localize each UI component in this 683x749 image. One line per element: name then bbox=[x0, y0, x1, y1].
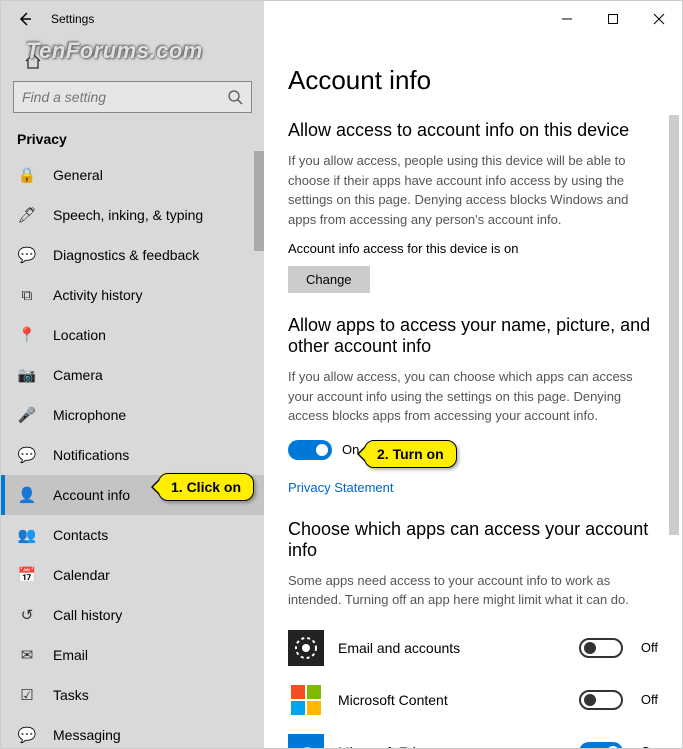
content-pane: Account info Allow access to account inf… bbox=[264, 1, 682, 748]
page-title: Account info bbox=[288, 65, 658, 96]
apps-access-toggle[interactable] bbox=[288, 440, 332, 460]
change-button[interactable]: Change bbox=[288, 266, 370, 293]
feedback-icon: 💬 bbox=[17, 245, 37, 265]
sidebar-item-call-history[interactable]: ↺ Call history bbox=[1, 595, 264, 635]
sidebar-item-label: Speech, inking, & typing bbox=[53, 207, 203, 223]
microsoft-content-app-icon bbox=[288, 682, 324, 718]
location-icon: 📍 bbox=[17, 325, 37, 345]
sidebar-item-calendar[interactable]: 📅 Calendar bbox=[1, 555, 264, 595]
sidebar-item-activity[interactable]: ⧉ Activity history bbox=[1, 275, 264, 315]
microsoft-edge-app-icon bbox=[288, 734, 324, 749]
section2-desc: If you allow access, you can choose whic… bbox=[288, 367, 658, 426]
section3-title: Choose which apps can access your accoun… bbox=[288, 519, 658, 561]
messaging-icon: 💬 bbox=[17, 725, 37, 745]
category-label: Privacy bbox=[1, 123, 264, 155]
device-access-status: Account info access for this device is o… bbox=[288, 241, 658, 256]
sidebar-item-label: Camera bbox=[53, 367, 103, 383]
sidebar-item-label: Call history bbox=[53, 607, 122, 623]
privacy-statement-link[interactable]: Privacy Statement bbox=[288, 480, 394, 495]
app-row-microsoft-edge: Microsoft Edge On bbox=[288, 726, 658, 749]
callout-1: 1. Click on bbox=[158, 473, 254, 501]
tasks-icon: ☑ bbox=[17, 685, 37, 705]
app-toggle-label: Off bbox=[641, 692, 658, 707]
titlebar-right bbox=[264, 1, 682, 37]
app-toggle-label: Off bbox=[641, 640, 658, 655]
app-name: Microsoft Edge bbox=[338, 744, 579, 749]
watermark: TenForums.com bbox=[26, 38, 203, 64]
activity-icon: ⧉ bbox=[17, 285, 37, 305]
camera-icon: 📷 bbox=[17, 365, 37, 385]
sidebar-item-label: Microphone bbox=[53, 407, 126, 423]
sidebar-item-messaging[interactable]: 💬 Messaging bbox=[1, 715, 264, 748]
app-toggle-label: On bbox=[641, 744, 658, 748]
sidebar-item-label: Tasks bbox=[53, 687, 89, 703]
lock-icon: 🔒 bbox=[17, 165, 37, 185]
speech-icon: 🖊 bbox=[17, 205, 37, 225]
section1-title: Allow access to account info on this dev… bbox=[288, 120, 658, 141]
sidebar-item-label: Contacts bbox=[53, 527, 108, 543]
sidebar-item-label: Location bbox=[53, 327, 106, 343]
app-toggle-microsoft-edge[interactable] bbox=[579, 742, 623, 749]
notifications-icon: 💬 bbox=[17, 445, 37, 465]
app-row-email-accounts: Email and accounts Off bbox=[288, 622, 658, 674]
sidebar-item-label: Activity history bbox=[53, 287, 142, 303]
search-icon bbox=[227, 89, 243, 105]
contacts-icon: 👥 bbox=[17, 525, 37, 545]
section2-title: Allow apps to access your name, picture,… bbox=[288, 315, 658, 357]
sidebar-item-label: Calendar bbox=[53, 567, 110, 583]
sidebar-item-notifications[interactable]: 💬 Notifications bbox=[1, 435, 264, 475]
sidebar-item-camera[interactable]: 📷 Camera bbox=[1, 355, 264, 395]
sidebar-item-label: Diagnostics & feedback bbox=[53, 247, 199, 263]
sidebar-item-tasks[interactable]: ☑ Tasks bbox=[1, 675, 264, 715]
search-box[interactable] bbox=[13, 81, 252, 113]
sidebar-item-contacts[interactable]: 👥 Contacts bbox=[1, 515, 264, 555]
sidebar-item-label: Notifications bbox=[53, 447, 129, 463]
call-history-icon: ↺ bbox=[17, 605, 37, 625]
microphone-icon: 🎤 bbox=[17, 405, 37, 425]
sidebar-item-label: Messaging bbox=[53, 727, 121, 743]
sidebar-item-label: General bbox=[53, 167, 103, 183]
minimize-button[interactable] bbox=[544, 1, 590, 37]
content-scrollbar[interactable] bbox=[669, 115, 679, 535]
sidebar-item-general[interactable]: 🔒 General bbox=[1, 155, 264, 195]
callout-2: 2. Turn on bbox=[364, 440, 457, 468]
sidebar-item-diagnostics[interactable]: 💬 Diagnostics & feedback bbox=[1, 235, 264, 275]
sidebar-item-email[interactable]: ✉ Email bbox=[1, 635, 264, 675]
nav-list: 🔒 General 🖊 Speech, inking, & typing 💬 Diag… bbox=[1, 155, 264, 748]
calendar-icon: 📅 bbox=[17, 565, 37, 585]
maximize-button[interactable] bbox=[590, 1, 636, 37]
titlebar-left: Settings bbox=[1, 1, 264, 37]
section3-desc: Some apps need access to your account in… bbox=[288, 571, 658, 610]
back-button[interactable] bbox=[9, 3, 41, 35]
email-icon: ✉ bbox=[17, 645, 37, 665]
app-name: Email and accounts bbox=[338, 640, 579, 656]
app-toggle-email-accounts[interactable] bbox=[579, 638, 623, 658]
window-title: Settings bbox=[51, 12, 94, 26]
app-name: Microsoft Content bbox=[338, 692, 579, 708]
sidebar-item-label: Account info bbox=[53, 487, 130, 503]
sidebar-scrollbar[interactable] bbox=[254, 151, 264, 251]
app-toggle-microsoft-content[interactable] bbox=[579, 690, 623, 710]
email-accounts-app-icon bbox=[288, 630, 324, 666]
sidebar-item-speech[interactable]: 🖊 Speech, inking, & typing bbox=[1, 195, 264, 235]
sidebar-item-microphone[interactable]: 🎤 Microphone bbox=[1, 395, 264, 435]
app-row-microsoft-content: Microsoft Content Off bbox=[288, 674, 658, 726]
sidebar-item-label: Email bbox=[53, 647, 88, 663]
search-input[interactable] bbox=[22, 89, 192, 105]
sidebar-item-location[interactable]: 📍 Location bbox=[1, 315, 264, 355]
close-button[interactable] bbox=[636, 1, 682, 37]
account-icon: 👤 bbox=[17, 485, 37, 505]
section1-desc: If you allow access, people using this d… bbox=[288, 151, 658, 229]
content-scroll: Account info Allow access to account inf… bbox=[264, 37, 682, 748]
sidebar: Settings Privacy 🔒 General 🖊 Speech, inkin… bbox=[1, 1, 264, 748]
